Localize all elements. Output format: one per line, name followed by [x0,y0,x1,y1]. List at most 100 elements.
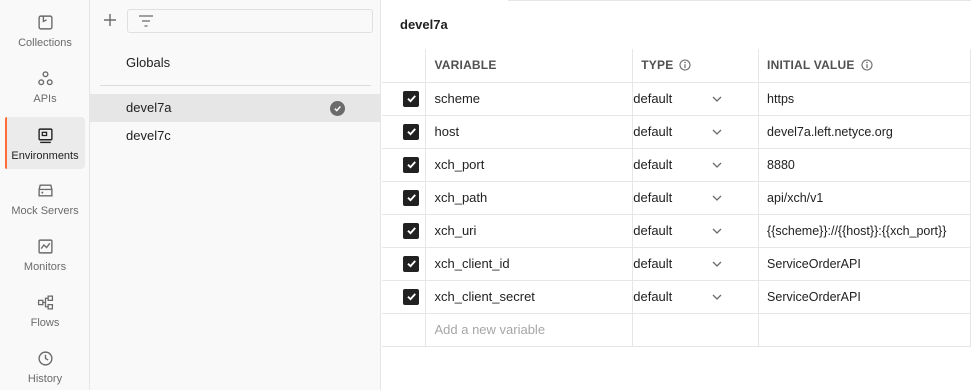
env-toolbar [90,0,381,42]
info-icon[interactable] [860,59,873,71]
monitors-icon [35,236,55,256]
initial-value-cell[interactable]: ServiceOrderAPI [758,280,971,314]
plus-icon [104,14,116,26]
type-dropdown[interactable]: default [632,115,760,149]
table-row: xch_port default 8880 [382,148,971,182]
type-dropdown[interactable]: default [632,214,760,248]
row-checkbox-cell [382,115,427,149]
variables-table: VARIABLE TYPE INITIAL VALUE scheme defaul… [382,49,971,347]
history-icon [35,348,55,368]
type-dropdown[interactable]: default [632,280,760,314]
chevron-down-icon [712,261,722,267]
new-initial-value-input[interactable] [758,313,971,347]
left-sidebar: Collections APIs Environments Mock Serve… [0,0,90,390]
new-variable-input[interactable]: Add a new variable [425,313,634,347]
globals-item[interactable]: Globals [90,50,381,76]
sidebar-item-environments[interactable]: Environments [5,117,85,169]
environment-editor: devel7a VARIABLE TYPE INITIAL VALUE sche… [382,0,971,390]
row-checkbox-cell [382,214,427,248]
initial-value-cell[interactable]: https [758,82,971,116]
table-row: xch_client_secret default ServiceOrderAPI [382,280,971,314]
sidebar-item-apis[interactable]: APIs [5,60,85,112]
sidebar-item-label: Monitors [23,261,67,273]
type-dropdown[interactable]: default [632,148,760,182]
type-dropdown[interactable]: default [632,247,760,281]
checkmark-icon [406,293,416,301]
table-row: xch_path default api/xch/v1 [382,181,971,215]
enable-variable-checkbox[interactable] [403,123,419,140]
row-checkbox-cell [382,280,427,314]
environment-name: devel7c [126,128,171,143]
chevron-down-icon [712,294,722,300]
filter-icon [139,15,153,27]
create-environment-button[interactable] [100,10,120,30]
divider [100,85,371,86]
chevron-down-icon [712,162,722,168]
initial-value-cell[interactable]: {{scheme}}://{{host}}:{{xch_port}} [758,214,971,248]
variable-name-cell[interactable]: xch_client_secret [425,280,634,314]
variable-name-cell[interactable]: scheme [425,82,634,116]
initial-value-cell[interactable]: devel7a.left.netyce.org [758,115,971,149]
collections-icon [35,12,55,32]
column-header-variable: VARIABLE [425,49,634,83]
variable-name-cell[interactable]: xch_path [425,181,634,215]
filter-input[interactable] [127,9,373,33]
active-environment-check-icon[interactable] [330,101,345,116]
initial-value-cell[interactable]: 8880 [758,148,971,182]
enable-variable-checkbox[interactable] [403,90,419,107]
sidebar-item-label: APIs [33,93,57,105]
chevron-down-icon [712,228,722,234]
row-checkbox-cell [382,247,427,281]
enable-variable-checkbox[interactable] [403,255,419,272]
mock-servers-icon [35,180,55,200]
info-icon[interactable] [679,59,691,71]
sidebar-item-mock-servers[interactable]: Mock Servers [5,172,85,224]
chevron-down-icon [712,129,722,135]
sidebar-item-label: Collections [18,37,72,49]
sidebar-item-label: Mock Servers [11,205,79,217]
checkmark-icon [406,95,416,103]
sidebar-item-collections[interactable]: Collections [5,4,85,56]
table-row: host default devel7a.left.netyce.org [382,115,971,149]
variable-name-cell[interactable]: xch_client_id [425,247,634,281]
apis-icon [35,68,55,88]
table-row: xch_uri default {{scheme}}://{{host}}:{{xc… [382,214,971,248]
checkmark-icon [406,161,416,169]
enable-variable-checkbox[interactable] [403,222,419,239]
page-title[interactable]: devel7a [400,17,448,32]
chevron-down-icon [712,96,722,102]
table-row: scheme default https [382,82,971,116]
chevron-down-icon [712,195,722,201]
table-header-row: VARIABLE TYPE INITIAL VALUE [382,49,971,83]
enable-variable-checkbox[interactable] [403,189,419,206]
row-checkbox-cell [382,148,427,182]
enable-variable-checkbox[interactable] [403,156,419,173]
sidebar-item-monitors[interactable]: Monitors [5,228,85,280]
column-header-type: TYPE [632,49,760,83]
initial-value-cell[interactable]: api/xch/v1 [758,181,971,215]
checkmark-icon [406,260,416,268]
enable-variable-checkbox[interactable] [403,288,419,305]
variable-name-cell[interactable]: xch_uri [425,214,634,248]
initial-value-cell[interactable]: ServiceOrderAPI [758,247,971,281]
table-row: xch_client_id default ServiceOrderAPI [382,247,971,281]
environment-item[interactable]: devel7a [90,94,381,122]
variable-name-cell[interactable]: xch_port [425,148,634,182]
checkmark-icon [406,227,416,235]
type-dropdown[interactable]: default [632,82,760,116]
sidebar-item-history[interactable]: History [5,340,85,390]
environment-item[interactable]: devel7c [90,122,381,150]
type-dropdown[interactable]: default [632,181,760,215]
variable-name-cell[interactable]: host [425,115,634,149]
divider [508,0,971,1]
environment-name: devel7a [126,100,172,115]
flows-icon [35,292,55,312]
sidebar-item-flows[interactable]: Flows [5,284,85,336]
row-checkbox-cell [382,82,427,116]
environment-list-panel: Globals devel7a devel7c [90,0,381,390]
sidebar-item-label: Flows [30,317,60,329]
checkmark-icon [406,128,416,136]
sidebar-item-label: History [27,373,63,385]
select-all-header [382,49,427,83]
sidebar-item-label: Environments [11,150,79,162]
